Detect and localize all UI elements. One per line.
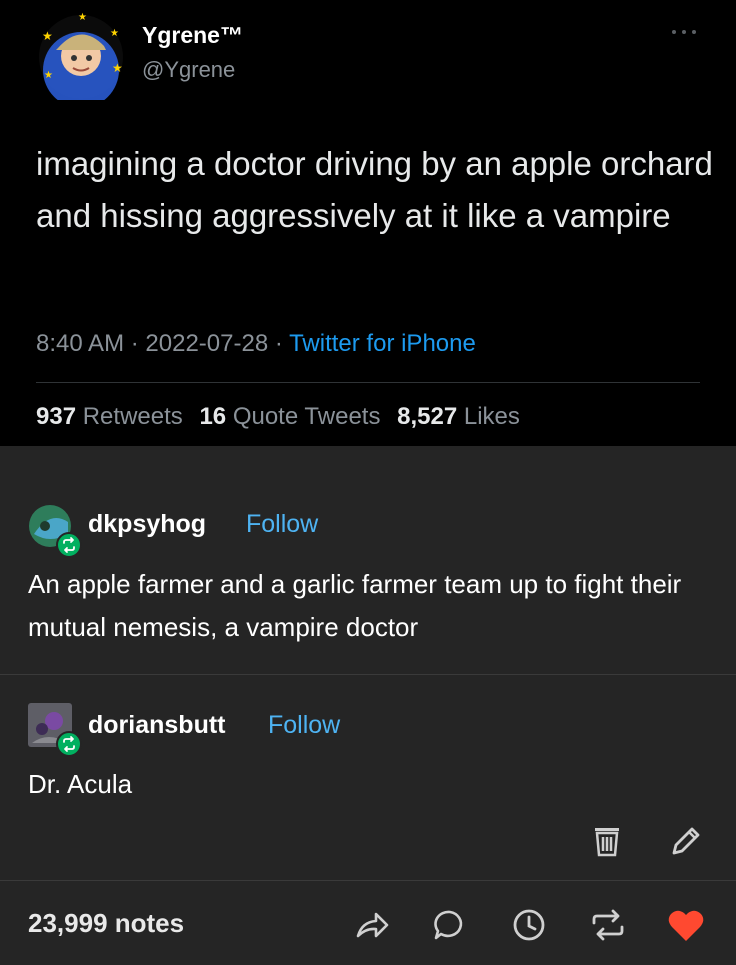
tweet-meta: 8:40 AM · 2022-07-28 · Twitter for iPhon… (36, 330, 476, 358)
reblog-item: doriansbutt Follow Dr. Acula (0, 675, 736, 880)
tweet-display-name[interactable]: Ygrene™ (142, 22, 243, 49)
tweet-date: 2022-07-28 (145, 330, 269, 357)
svg-text:★: ★ (112, 61, 123, 75)
quote-count: 16 (199, 403, 227, 430)
retweets-count: 937 (36, 403, 77, 430)
tweet-handle[interactable]: @Ygrene (142, 57, 235, 83)
quote-label: Quote Tweets (232, 403, 381, 430)
reblog-text: Dr. Acula (28, 769, 133, 799)
share-icon[interactable] (354, 908, 390, 942)
reblog-icon[interactable] (588, 908, 628, 942)
meta-separator: · (274, 330, 283, 357)
reblog-username[interactable]: dkpsyhog (88, 510, 206, 539)
reblog-item: dkpsyhog Follow An apple farmer and a ga… (0, 446, 736, 674)
reply-icon[interactable] (432, 908, 468, 942)
follow-button[interactable]: Follow (268, 711, 340, 740)
likes-stat[interactable]: 8,527 Likes (397, 403, 520, 430)
quote-tweets-stat[interactable]: 16 Quote Tweets (199, 403, 380, 430)
reblog-badge-icon (56, 532, 82, 558)
divider (0, 880, 736, 881)
retweets-stat[interactable]: 937 Retweets (36, 403, 183, 430)
delete-icon[interactable] (592, 825, 622, 859)
reblog-text: An apple farmer and a garlic farmer team… (28, 569, 682, 642)
tweet-card: ★ ★ ★ ★ ★ Ygrene™ @Ygrene imagining a do… (0, 0, 736, 446)
tweet-time: 8:40 AM (36, 330, 125, 357)
svg-text:★: ★ (110, 28, 119, 39)
svg-text:★: ★ (42, 29, 53, 43)
avatar-icon[interactable]: ★ ★ ★ ★ ★ (36, 10, 126, 100)
like-icon[interactable] (666, 908, 706, 944)
reblog-badge-icon (56, 731, 82, 757)
edit-icon[interactable] (668, 825, 702, 859)
reblog-username[interactable]: doriansbutt (88, 711, 226, 740)
divider (36, 382, 700, 383)
retweets-label: Retweets (82, 403, 183, 430)
svg-text:★: ★ (78, 12, 87, 23)
follow-button[interactable]: Follow (246, 510, 318, 539)
likes-label: Likes (463, 403, 520, 430)
tweet-text: imagining a doctor driving by an apple o… (36, 145, 713, 234)
meta-separator: · (130, 330, 139, 357)
likes-count: 8,527 (397, 403, 458, 430)
tweet-source-link[interactable]: Twitter for iPhone (289, 330, 476, 357)
svg-text:★: ★ (44, 70, 53, 81)
queue-icon[interactable] (510, 906, 548, 944)
more-dots-icon[interactable] (670, 26, 698, 38)
tweet-stats: 937 Retweets 16 Quote Tweets 8,527 Likes (36, 403, 520, 431)
notes-count[interactable]: 23,999 notes (28, 908, 184, 939)
